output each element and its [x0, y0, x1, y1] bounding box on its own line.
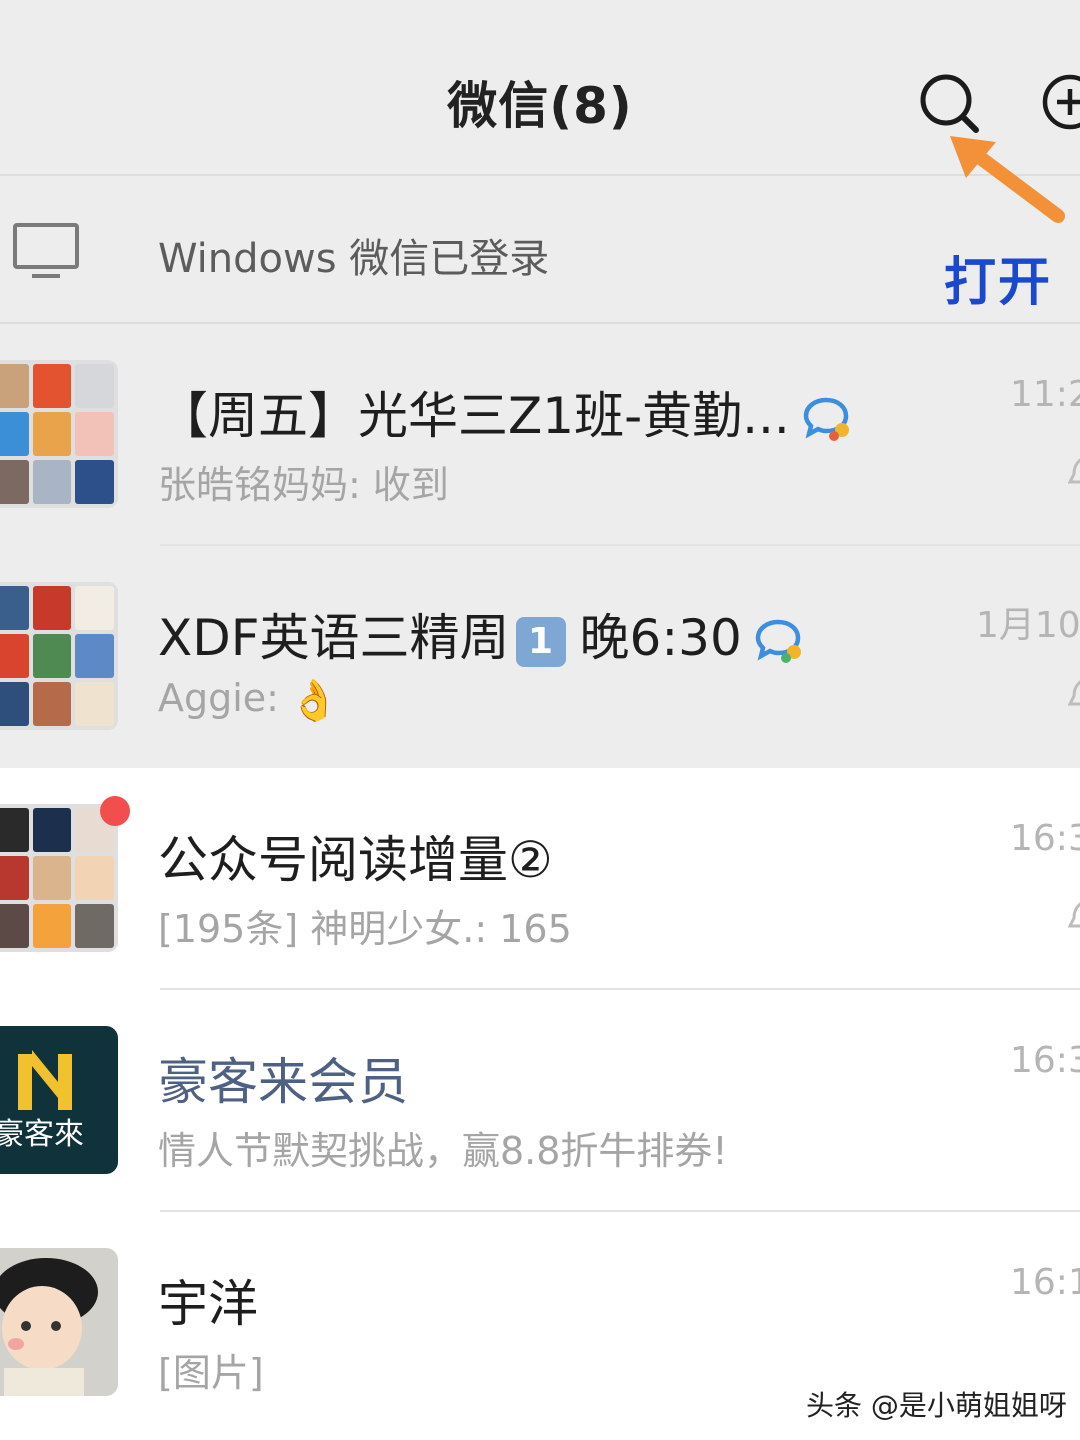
group-chat-icon: [803, 397, 849, 441]
mute-bell-icon: [1068, 458, 1080, 484]
chat-preview: Aggie: 👌: [158, 676, 339, 724]
windows-login-text: Windows 微信已登录: [158, 236, 550, 282]
chat-name: 宇洋: [158, 1275, 258, 1333]
group-chat-icon: [755, 619, 801, 663]
chat-preview: [195条] 神明少女.: 165: [158, 907, 572, 951]
group-avatar: [0, 804, 118, 952]
brand-avatar-text: 豪客來: [0, 1117, 84, 1152]
chat-row[interactable]: 公众号阅读增量② [195条] 神明少女.: 165 16:3: [0, 768, 1080, 990]
chat-name: XDF英语三精周 1 晚6:30: [158, 598, 808, 670]
top-bar: 微信(8): [0, 0, 1080, 176]
brand-logo-icon: 豪客來: [0, 1050, 84, 1152]
brand-avatar: 豪客來: [0, 1026, 118, 1174]
user-avatar: [0, 1248, 118, 1396]
chat-row[interactable]: 【周五】光华三Z1班-黄勤... 张皓铭妈妈: 收到 11:2: [0, 324, 1080, 546]
chat-preview: 情人节默契挑战，赢8.8折牛排券!: [158, 1129, 728, 1173]
mute-bell-icon: [1068, 680, 1080, 706]
group-avatar: [0, 360, 118, 508]
ok-hand-emoji: 👌: [288, 678, 339, 724]
chat-name: 【周五】光华三Z1班-黄勤...: [158, 376, 856, 448]
mute-bell-icon: [1068, 902, 1080, 928]
chat-preview: [图片]: [158, 1351, 264, 1395]
chat-name: 公众号阅读增量②: [158, 831, 553, 889]
plus-circle-icon[interactable]: [1040, 72, 1080, 132]
chat-time: 1月10: [976, 605, 1080, 646]
chat-name-suffix: 晚6:30: [579, 609, 742, 667]
chat-row[interactable]: 豪客來 豪客来会员 情人节默契挑战，赢8.8折牛排券! 16:3: [0, 990, 1080, 1212]
number-badge: 1: [515, 616, 566, 667]
chat-name-prefix: XDF英语三精周: [158, 609, 510, 667]
chat-name: 豪客来会员: [158, 1053, 408, 1111]
cartoon-avatar-icon: [0, 1258, 98, 1396]
chat-time: 16:3: [1010, 818, 1080, 859]
group-avatar: [0, 582, 118, 730]
annotation-arrow-icon: [950, 136, 1065, 223]
annotation-label: 打开: [944, 253, 1053, 313]
chat-time: 16:1: [1010, 1262, 1080, 1303]
monitor-icon: [13, 223, 79, 278]
chat-preview-text: Aggie:: [158, 676, 279, 720]
windows-login-bar[interactable]: Windows 微信已登录: [0, 176, 1080, 324]
chat-preview: 张皓铭妈妈: 收到: [158, 463, 449, 507]
chat-row[interactable]: XDF英语三精周 1 晚6:30 Aggie: 👌 1月10: [0, 546, 1080, 768]
chat-name-text: 【周五】光华三Z1班-黄勤...: [158, 387, 790, 445]
unread-dot: [100, 796, 130, 826]
chat-time: 16:3: [1010, 1040, 1080, 1081]
chat-time: 11:2: [1010, 374, 1080, 415]
watermark: 头条 @是小萌姐姐呀: [806, 1389, 1067, 1422]
